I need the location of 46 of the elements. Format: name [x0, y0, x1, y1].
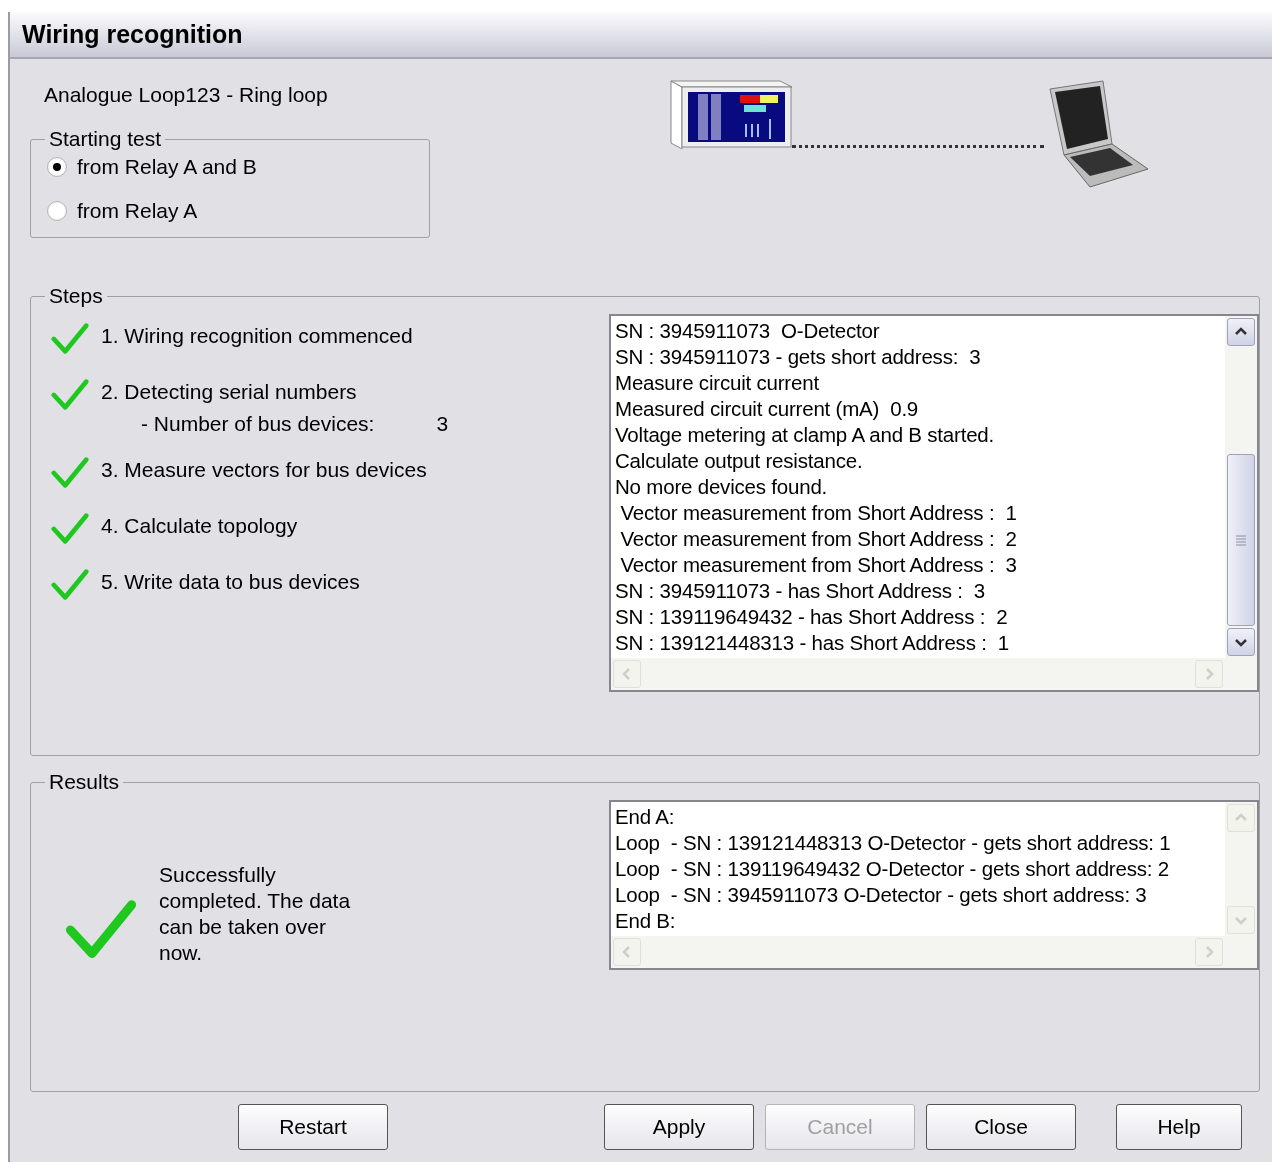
- log-line: Loop - SN : 3945911073 O-Detector - gets short address: 3: [615, 882, 1148, 908]
- dialog-button[interactable]: Close: [926, 1104, 1076, 1150]
- log-line: SN : 139121448313 - has Short Address : 1: [615, 630, 1010, 656]
- log-line: Vector measurement from Short Address : 1: [619, 500, 1018, 526]
- log-line: No more devices found.: [615, 474, 829, 500]
- dialog-button[interactable]: Restart: [238, 1104, 388, 1150]
- step-label: 2. Detecting serial numbers: [101, 380, 358, 404]
- scroll-left-button[interactable]: [613, 938, 641, 966]
- window-title: Wiring recognition: [10, 12, 1272, 59]
- control-panel-icon: [670, 79, 792, 149]
- dialog-button[interactable]: Help: [1116, 1104, 1242, 1150]
- scroll-up-button[interactable]: [1227, 318, 1255, 346]
- log-line: Loop - SN : 139119649432 O-Detector - gets short address: 2: [615, 856, 1170, 882]
- log-line: Vector measurement from Short Address : 3: [619, 552, 1018, 578]
- log-line: Voltage metering at clamp A and B started.: [615, 422, 996, 448]
- dialog-button[interactable]: Apply: [604, 1104, 754, 1150]
- log-line: SN : 3945911073 - gets short address: 3: [615, 344, 982, 370]
- radio-option[interactable]: from Relay A: [47, 199, 413, 223]
- log-line: SN : 3945911073 O-Detector: [615, 318, 881, 344]
- scroll-right-button[interactable]: [1195, 938, 1223, 966]
- log-line: End B:: [615, 908, 677, 934]
- step-label: 4. Calculate topology: [101, 514, 298, 538]
- laptop-icon: [1048, 79, 1150, 189]
- detail-value: 3: [436, 412, 449, 436]
- group-title: Results: [48, 770, 121, 794]
- log-line: Calculate output resistance.: [615, 448, 864, 474]
- scrollbar-thumb[interactable]: [1227, 454, 1255, 626]
- log-line: Measure circuit current: [615, 370, 820, 396]
- grip-icon: [1235, 534, 1247, 546]
- group-title: Starting test: [48, 127, 163, 151]
- log-line: SN : 139119649432 - has Short Address : 2: [615, 604, 1009, 630]
- loop-label: Analogue Loop123 - Ring loop: [43, 83, 329, 108]
- log-line: Vector measurement from Short Address : 2: [619, 526, 1018, 552]
- log-line: Loop - SN : 139121448313 O-Detector - gets short address: 1: [615, 830, 1172, 856]
- radio-option[interactable]: from Relay A and B: [47, 155, 413, 179]
- log-line: Measured circuit current (mA) 0.9: [615, 396, 920, 422]
- scroll-left-button[interactable]: [613, 660, 641, 688]
- step-label: 1. Wiring recognition commenced: [101, 324, 413, 348]
- step-label: 3. Measure vectors for bus devices: [101, 458, 427, 482]
- success-message: Successfully completed. The data can be taken over now.: [159, 862, 352, 966]
- log-line: End A:: [615, 804, 676, 830]
- log-line: SN : 3945911073 - has Short Address : 3: [615, 578, 986, 604]
- group-title: Steps: [48, 284, 104, 308]
- step-label: 5. Write data to bus devices: [101, 570, 360, 594]
- scroll-down-button[interactable]: [1227, 628, 1255, 656]
- detail-label: - Number of bus devices:: [141, 412, 375, 436]
